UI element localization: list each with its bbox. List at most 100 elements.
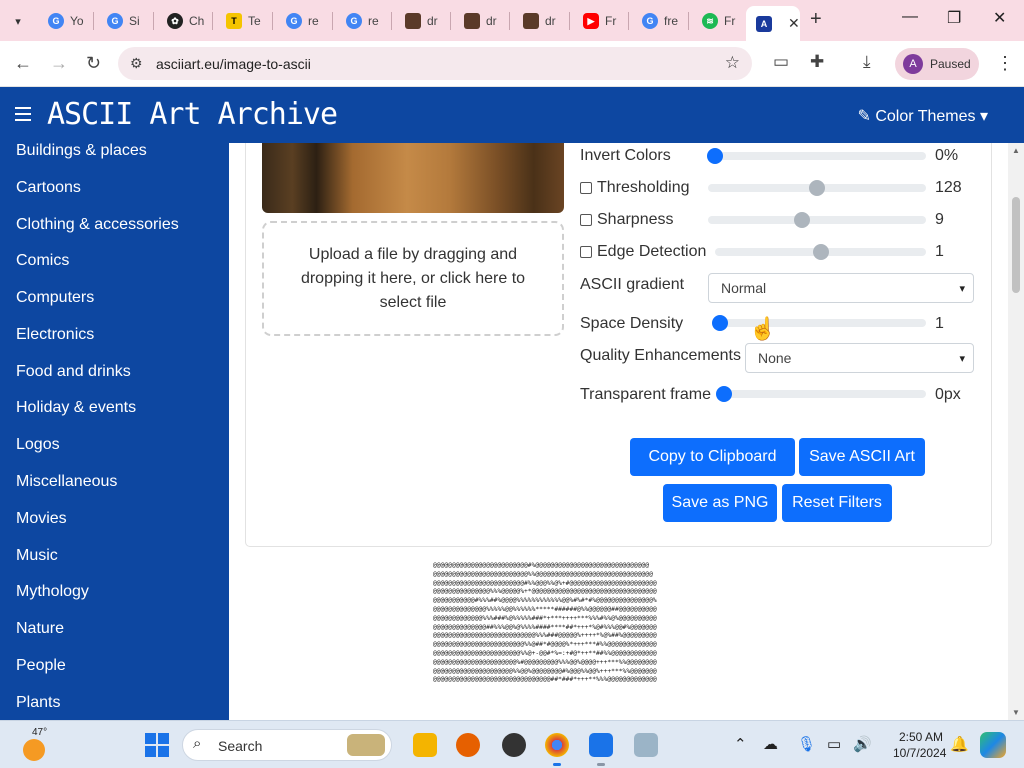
app-icon[interactable] [502, 733, 526, 757]
reload-icon[interactable]: ↻ [86, 53, 101, 74]
volume-icon[interactable]: 🔊 [853, 735, 872, 753]
space-density-value: 1 [935, 315, 944, 332]
edge-detection-checkbox[interactable] [580, 246, 592, 258]
thresholding-slider[interactable] [708, 180, 926, 196]
windows-start-icon[interactable] [145, 733, 169, 757]
profile-button[interactable]: A Paused [895, 48, 979, 80]
sharpness-label[interactable]: Sharpness [580, 211, 674, 229]
close-window-icon[interactable]: ✕ [993, 8, 1006, 28]
slider-thumb[interactable] [809, 180, 825, 196]
sidebar-item-clothing[interactable]: Clothing & accessories [16, 216, 179, 234]
reset-filters-button[interactable]: Reset Filters [782, 484, 892, 522]
save-as-png-button[interactable]: Save as PNG [663, 484, 777, 522]
image-icon [523, 13, 539, 29]
slider-thumb[interactable] [712, 315, 728, 331]
copy-to-clipboard-button[interactable]: Copy to Clipboard [630, 438, 795, 476]
tab-divider [391, 12, 392, 30]
cast-icon[interactable]: ▭ [773, 52, 789, 72]
slider-thumb[interactable] [793, 212, 810, 228]
scroll-up-icon[interactable]: ▲ [1012, 146, 1020, 155]
edge-detection-label[interactable]: Edge Detection [580, 243, 706, 261]
microphone-icon[interactable]: 🎙 [797, 735, 816, 753]
tab-search-button[interactable]: ▾ [6, 9, 30, 33]
cloud-offline-icon[interactable]: ☁ [763, 735, 778, 753]
minimize-icon[interactable]: — [902, 8, 918, 26]
color-themes-dropdown[interactable]: ✎ Color Themes ▾ [857, 106, 988, 126]
bookmark-star-icon[interactable]: ☆ [725, 53, 740, 73]
ascii-art-output[interactable]: @@@@@@@@@@@@@@@@@@@@@@@@@#%@@@@@@@@@@@@@… [433, 562, 803, 720]
upload-dropzone[interactable]: Upload a file by dragging and dropping i… [262, 221, 564, 336]
download-icon[interactable]: ⤓ [863, 52, 871, 72]
browser-tab[interactable]: Gre [336, 7, 384, 35]
address-bar[interactable]: ⚙ asciiart.eu/image-to-ascii ☆ [118, 47, 752, 80]
sidebar-item-computers[interactable]: Computers [16, 289, 94, 307]
transparent-frame-slider[interactable] [716, 386, 926, 402]
browser-tab[interactable]: G Si [97, 7, 145, 35]
thresholding-checkbox[interactable] [580, 182, 592, 194]
browser-menu-icon[interactable]: ⋮ [996, 53, 1014, 74]
taskbar-clock[interactable]: 2:50 AM 10/7/2024 [893, 729, 946, 761]
browser-tab[interactable]: Gre [276, 7, 324, 35]
sharpness-slider[interactable] [708, 212, 926, 228]
sidebar-item-nature[interactable]: Nature [16, 620, 64, 638]
browser-tab[interactable]: Gfre [632, 7, 684, 35]
invert-colors-slider[interactable] [707, 148, 926, 164]
sidebar-item-people[interactable]: People [16, 657, 66, 675]
browser-tab[interactable]: dr [395, 7, 443, 35]
sidebar-item-miscellaneous[interactable]: Miscellaneous [16, 473, 117, 491]
sidebar-item-electronics[interactable]: Electronics [16, 326, 94, 344]
taskbar-search-box[interactable]: ⌕ Search [182, 729, 392, 761]
sidebar-item-food[interactable]: Food and drinks [16, 363, 131, 381]
slider-thumb[interactable] [707, 148, 723, 164]
edge-detection-slider[interactable] [715, 244, 926, 260]
browser-tab-active[interactable]: A ✕ [746, 6, 800, 41]
page-scrollbar[interactable]: ▲ ▼ [1008, 143, 1024, 720]
slider-thumb[interactable] [716, 386, 732, 402]
browser-tab[interactable]: G Yo [38, 7, 86, 35]
sidebar-item-music[interactable]: Music [16, 547, 58, 565]
sharpness-checkbox[interactable] [580, 214, 592, 226]
chevron-down-icon: ▾ [959, 283, 965, 295]
chevron-up-icon[interactable]: ⌃ [734, 735, 747, 753]
site-title[interactable]: ASCII Art Archive [47, 97, 338, 132]
chrome-icon[interactable] [545, 733, 569, 757]
sidebar-item-mythology[interactable]: Mythology [16, 583, 89, 601]
copilot-icon[interactable] [980, 732, 1006, 758]
sidebar-item-movies[interactable]: Movies [16, 510, 67, 528]
restore-icon[interactable]: ❐ [947, 8, 961, 28]
browser-tab[interactable]: ✿ Ch [157, 7, 205, 35]
hamburger-menu-icon[interactable] [15, 107, 31, 121]
browser-tab[interactable]: dr [454, 7, 502, 35]
browser-tab[interactable]: dr [513, 7, 561, 35]
weather-widget[interactable]: 47° [20, 727, 50, 761]
new-tab-button[interactable]: + [810, 8, 822, 31]
sidebar-item-plants[interactable]: Plants [16, 694, 60, 712]
slider-thumb[interactable] [812, 244, 829, 260]
sidebar-item-cartoons[interactable]: Cartoons [16, 179, 81, 197]
save-ascii-art-button[interactable]: Save ASCII Art [799, 438, 925, 476]
scroll-down-icon[interactable]: ▼ [1012, 708, 1020, 717]
browser-tab[interactable]: ≋ Fr [692, 7, 740, 35]
forward-icon[interactable]: → [50, 53, 68, 74]
extensions-icon[interactable]: ✚ [810, 52, 824, 72]
quality-enhancements-select[interactable]: None ▾ [745, 343, 974, 373]
app-icon[interactable] [634, 733, 658, 757]
file-explorer-icon[interactable] [413, 733, 437, 757]
editor-icon[interactable] [589, 733, 613, 757]
firefox-icon[interactable] [456, 733, 480, 757]
scrollbar-thumb[interactable] [1012, 197, 1020, 293]
sidebar-item-logos[interactable]: Logos [16, 436, 60, 454]
display-icon[interactable]: ▭ [827, 735, 841, 753]
notification-bell-icon[interactable]: 🔔 [950, 735, 969, 753]
ascii-site-icon: A [756, 15, 772, 32]
sidebar-item-buildings[interactable]: Buildings & places [16, 143, 147, 160]
site-info-icon[interactable]: ⚙ [130, 55, 143, 72]
back-icon[interactable]: ← [14, 53, 32, 74]
sidebar-item-comics[interactable]: Comics [16, 252, 69, 270]
sidebar-item-holiday[interactable]: Holiday & events [16, 399, 136, 417]
browser-tab[interactable]: ▶ Fr [573, 7, 621, 35]
thresholding-label[interactable]: Thresholding [580, 179, 690, 197]
browser-tab[interactable]: T Te [216, 7, 264, 35]
close-tab-icon[interactable]: ✕ [788, 15, 800, 32]
ascii-gradient-select[interactable]: Normal ▾ [708, 273, 974, 303]
